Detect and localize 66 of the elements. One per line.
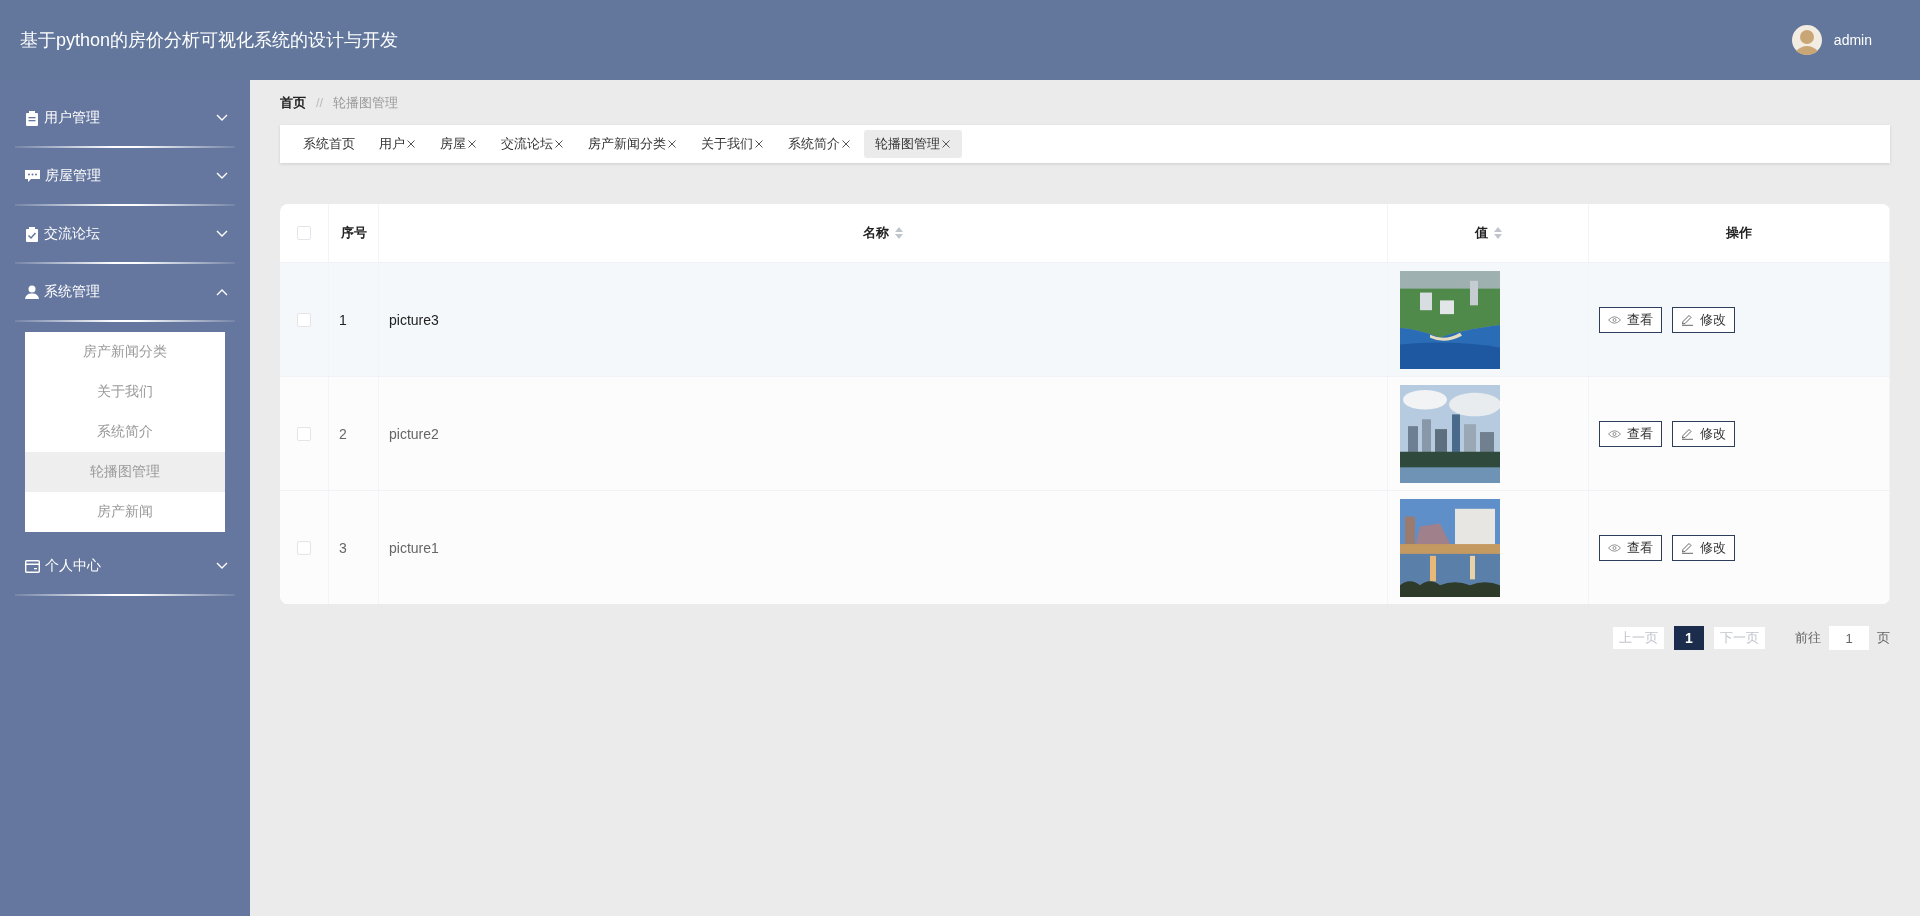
column-header: 序号 [340,224,367,242]
tab[interactable]: 轮播图管理 [864,130,962,158]
clipboard-check-icon [25,226,39,242]
eye-icon [1608,543,1621,552]
close-icon[interactable] [754,139,764,149]
eye-icon [1608,315,1621,324]
tab[interactable]: 系统首页 [292,130,366,158]
view-button[interactable]: 查看 [1599,306,1662,333]
tab[interactable]: 用户 [368,130,427,158]
edit-button[interactable]: 修改 [1672,306,1735,333]
app-title: 基于python的房价分析可视化系统的设计与开发 [20,29,399,52]
table-cell: picture3 [389,311,439,328]
table-cell: picture1 [389,539,439,556]
chevron-down-icon [216,172,228,180]
close-icon[interactable] [941,139,951,149]
column-header: 值 [1474,224,1488,242]
page-number-button[interactable]: 1 [1674,626,1704,650]
chevron-down-icon [216,114,228,122]
person-icon [25,285,39,299]
chevron-down-icon [216,230,228,238]
close-icon[interactable] [841,139,851,149]
pencil-icon [1681,313,1694,326]
page-input[interactable]: 1 [1829,626,1869,650]
column-header: 操作 [1726,224,1752,242]
tab[interactable]: 房产新闻分类 [577,130,688,158]
goto-label: 前往 [1795,629,1821,647]
edit-button[interactable]: 修改 [1672,420,1735,447]
view-button[interactable]: 查看 [1599,534,1662,561]
pencil-icon [1681,541,1694,554]
card-icon [25,559,40,573]
chat-icon [25,169,40,183]
select-all-checkbox[interactable] [297,226,311,240]
view-button[interactable]: 查看 [1599,420,1662,447]
pencil-icon [1681,427,1694,440]
page-suffix: 页 [1877,629,1890,647]
close-icon[interactable] [667,139,677,149]
row-checkbox[interactable] [297,312,311,327]
table-cell: 2 [339,425,347,442]
tab[interactable]: 关于我们 [690,130,775,158]
sidebar-menu-item[interactable]: 房屋管理 [0,148,250,204]
table-cell: picture2 [389,425,439,442]
tab[interactable]: 交流论坛 [490,130,575,158]
breadcrumb-item: 轮播图管理 [333,93,399,112]
close-icon[interactable] [554,139,564,149]
chevron-down-icon [216,562,228,570]
breadcrumb-item[interactable]: 首页 [280,93,306,112]
tab[interactable]: 房屋 [429,130,488,158]
table-cell: 3 [339,539,347,556]
sidebar-menu-item[interactable]: 个人中心 [0,538,250,594]
avatar-icon[interactable] [1791,25,1822,55]
row-checkbox[interactable] [297,540,311,555]
edit-button[interactable]: 修改 [1672,534,1735,561]
eye-icon [1608,429,1621,438]
chevron-up-icon [216,288,228,296]
table-cell: 1 [339,311,347,328]
clipboard-icon [25,110,39,126]
sidebar-menu-item[interactable]: 系统管理 [0,264,250,320]
close-icon[interactable] [467,139,477,149]
tab[interactable]: 系统简介 [777,130,862,158]
close-icon[interactable] [406,139,416,149]
sidebar-menu-item[interactable]: 交流论坛 [0,206,250,262]
sidebar-menu-item[interactable]: 用户管理 [0,90,250,146]
breadcrumb-separator: // [316,95,324,110]
column-header: 名称 [863,224,889,242]
row-checkbox[interactable] [297,426,311,441]
user-name[interactable]: admin [1833,32,1872,48]
